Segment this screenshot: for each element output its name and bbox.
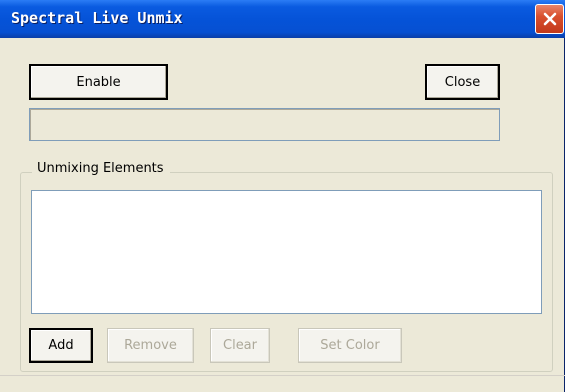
status-field: [29, 108, 500, 141]
remove-button-label: Remove: [124, 338, 177, 353]
title-bar[interactable]: Spectral Live Unmix: [0, 0, 565, 38]
unmixing-elements-list[interactable]: [31, 190, 542, 314]
add-button[interactable]: Add: [29, 328, 93, 363]
enable-button-label: Enable: [76, 74, 121, 90]
x-icon: [543, 12, 556, 26]
close-button[interactable]: Close: [425, 64, 500, 100]
clear-button-label: Clear: [223, 338, 257, 353]
add-button-label: Add: [48, 338, 74, 353]
clear-button[interactable]: Clear: [210, 328, 270, 363]
enable-button[interactable]: Enable: [29, 64, 168, 100]
window-bottom-edge: [0, 375, 565, 376]
remove-button[interactable]: Remove: [107, 328, 194, 363]
window-close-icon[interactable]: [535, 4, 564, 34]
set-color-button-label: Set Color: [320, 338, 380, 353]
set-color-button[interactable]: Set Color: [298, 328, 402, 363]
dialog-window: Spectral Live Unmix Enable Close Unmixin…: [0, 0, 565, 392]
window-title: Spectral Live Unmix: [11, 9, 183, 27]
group-legend: Unmixing Elements: [32, 161, 170, 176]
close-button-label: Close: [444, 74, 481, 90]
